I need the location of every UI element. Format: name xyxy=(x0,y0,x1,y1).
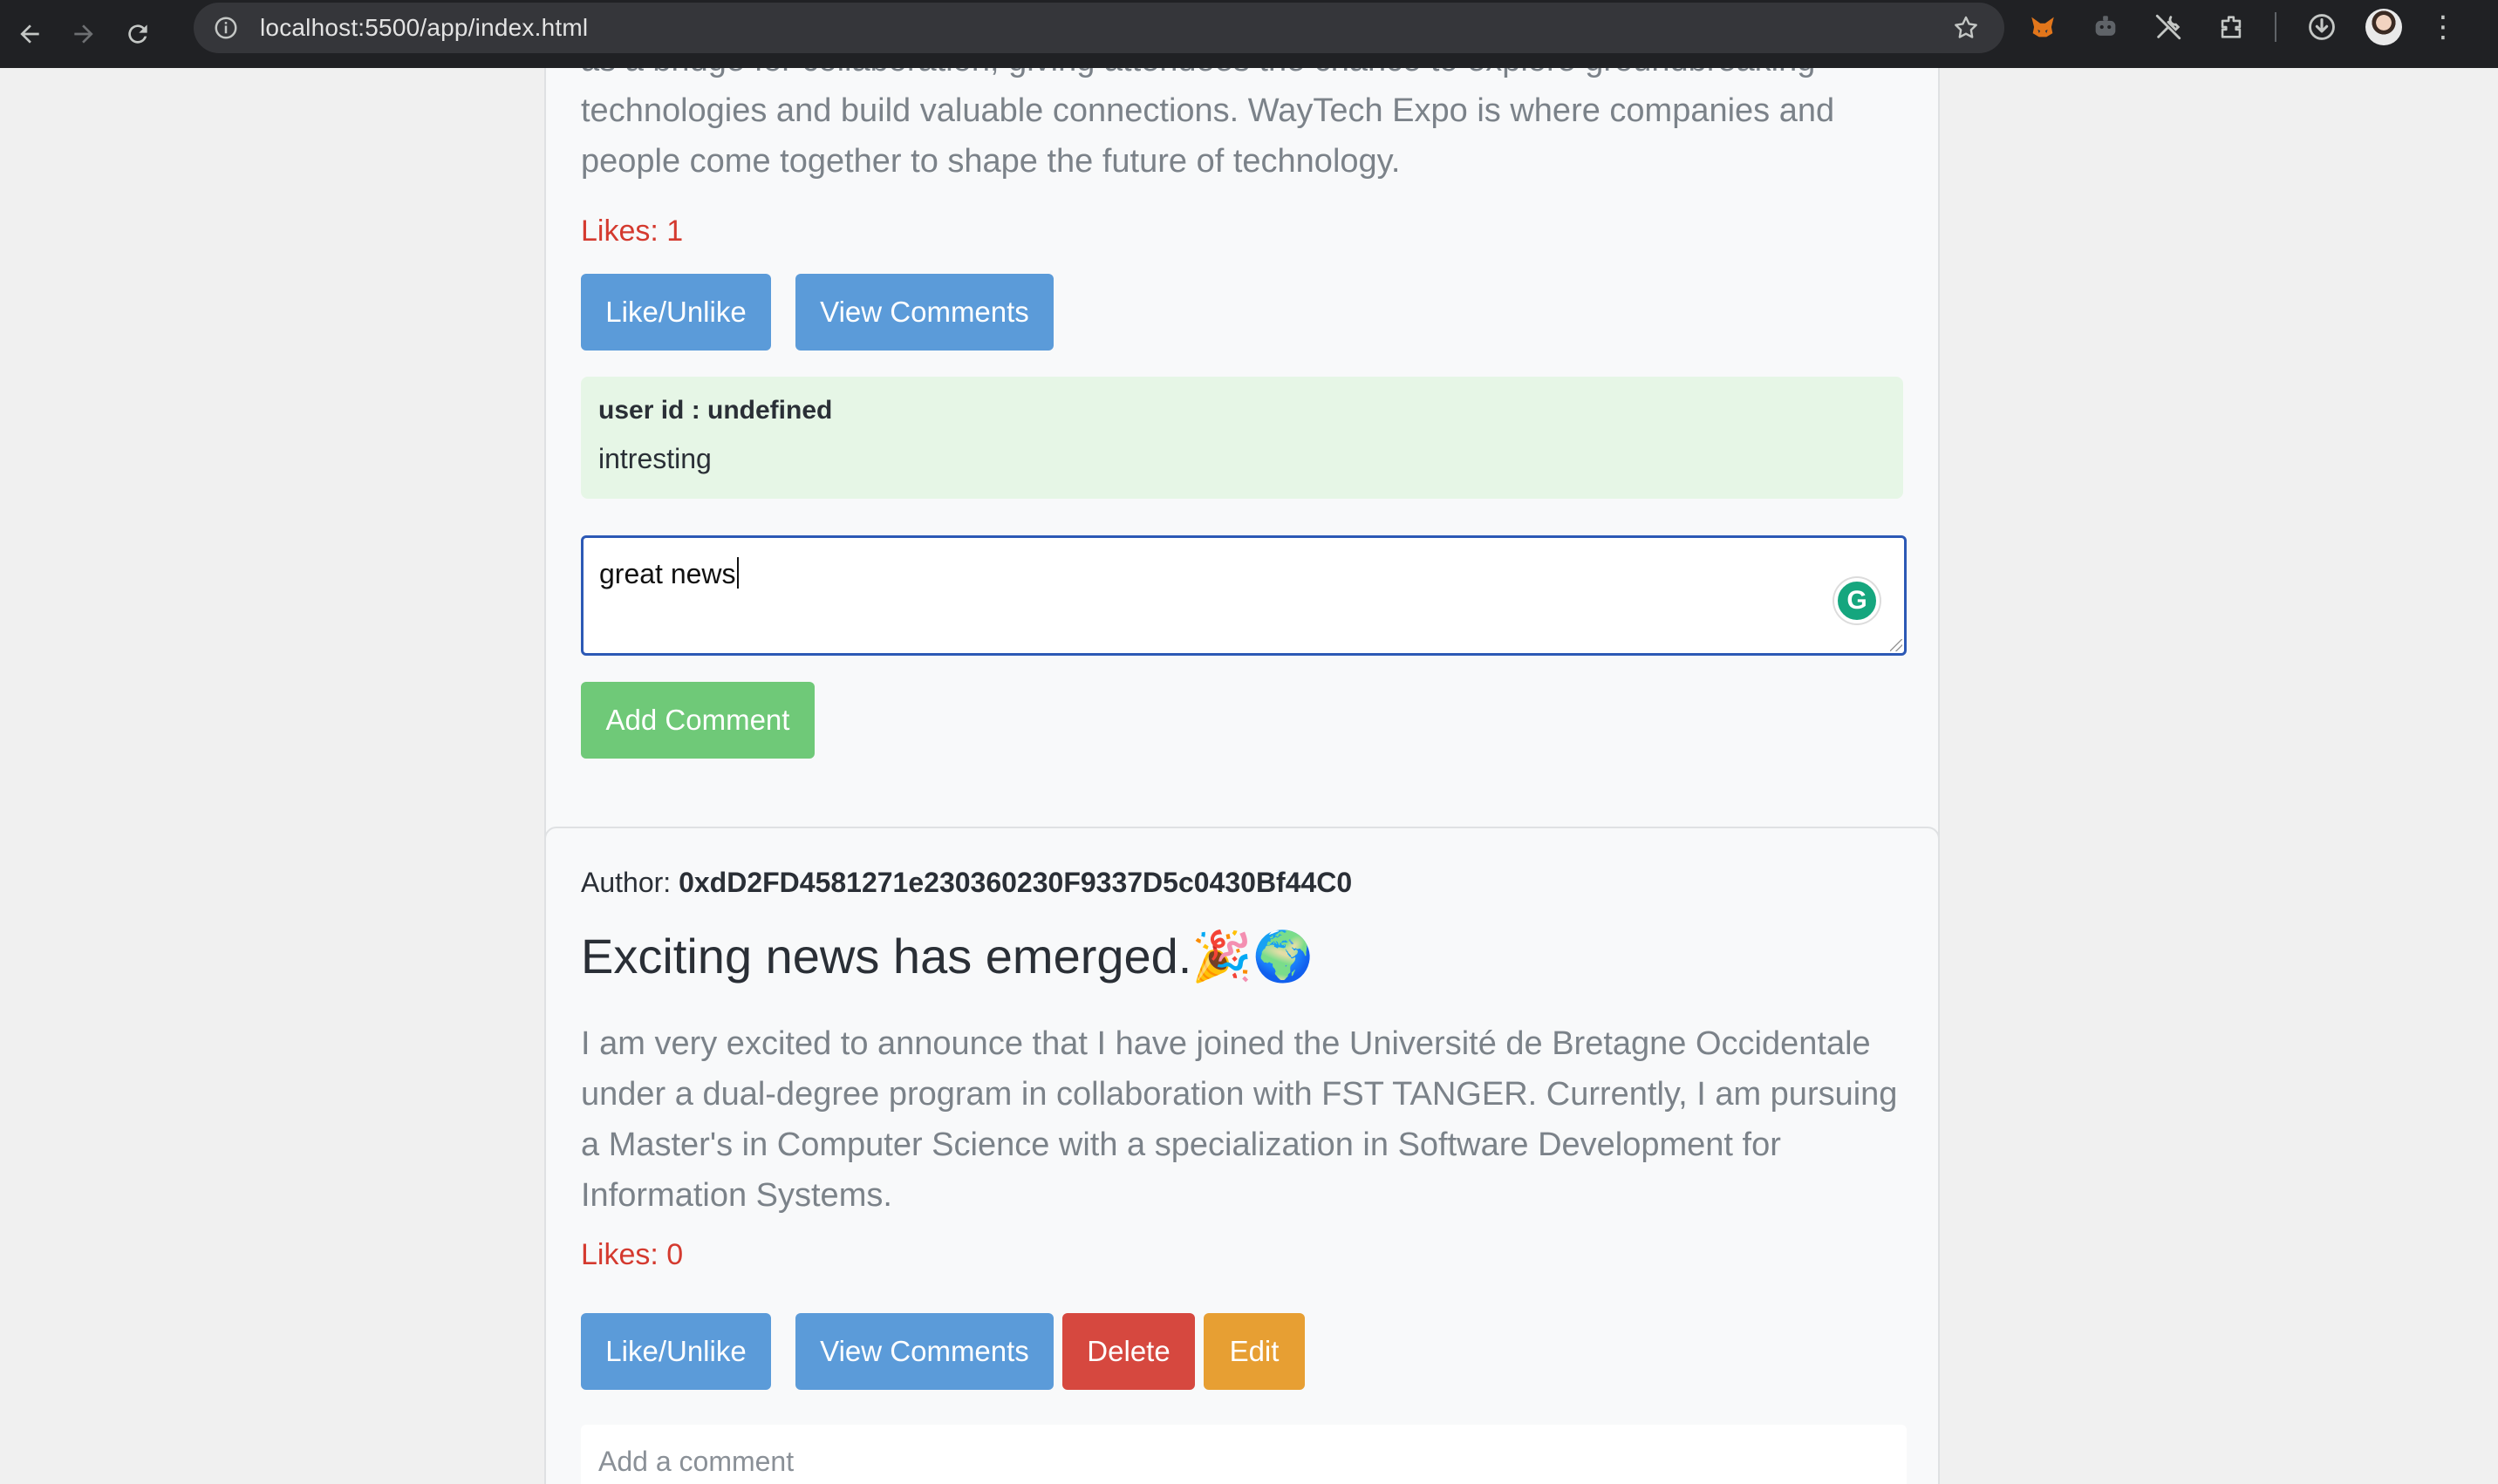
comment-text: intresting xyxy=(598,443,712,474)
metamask-extension-icon[interactable] xyxy=(2024,8,2062,46)
tools-extension-icon[interactable] xyxy=(2149,8,2187,46)
arrow-right-icon xyxy=(74,24,93,44)
url-text[interactable]: localhost:5500/app/index.html xyxy=(260,14,588,42)
reload-icon xyxy=(128,24,147,44)
post-title: Exciting news has emerged.🎉🌍 xyxy=(581,929,1314,984)
delete-button[interactable]: Delete xyxy=(1062,1313,1195,1390)
comment-textarea[interactable]: great news G xyxy=(581,535,1907,656)
comment-textarea[interactable]: Add a comment xyxy=(581,1425,1907,1484)
browser-toolbar: localhost:5500/app/index.html ⋮ xyxy=(0,0,2498,68)
info-icon[interactable] xyxy=(213,15,239,41)
edit-button[interactable]: Edit xyxy=(1204,1313,1305,1390)
like-unlike-button[interactable]: Like/Unlike xyxy=(581,1313,771,1390)
extensions-menu-button[interactable] xyxy=(2212,8,2250,46)
add-comment-button[interactable]: Add Comment xyxy=(581,682,815,759)
comment-input-text: great news xyxy=(599,558,736,589)
wrench-off-icon xyxy=(2155,14,2181,40)
puzzle-face-icon xyxy=(2095,16,2116,36)
download-icon xyxy=(2309,14,2335,40)
fox-icon xyxy=(2031,17,2054,37)
post-author: Author: 0xdD2FD4581271e230360230F9337D5c… xyxy=(581,867,1907,899)
profile-avatar[interactable] xyxy=(2365,9,2402,45)
extensions-area: ⋮ xyxy=(2024,0,2458,54)
view-comments-button[interactable]: View Comments xyxy=(795,1313,1054,1390)
post-description: as a bridge for collaboration, giving at… xyxy=(581,68,1835,180)
author-address: 0xdD2FD4581271e230360230F9337D5c0430Bf44… xyxy=(679,867,1353,898)
back-button[interactable] xyxy=(5,10,54,58)
view-comments-button[interactable]: View Comments xyxy=(795,274,1054,351)
extension-icon-gray[interactable] xyxy=(2086,8,2125,46)
resize-handle[interactable] xyxy=(1890,639,1902,651)
comment-placeholder: Add a comment xyxy=(598,1446,795,1477)
downloads-button[interactable] xyxy=(2303,8,2341,46)
post-card: as a bridge for collaboration, giving at… xyxy=(544,68,1940,861)
puzzle-icon xyxy=(2221,16,2242,38)
bookmark-star-icon[interactable] xyxy=(1952,14,1980,42)
post-card: Author: 0xdD2FD4581271e230360230F9337D5c… xyxy=(544,827,1940,1484)
likes-count: Likes: 0 xyxy=(581,1238,684,1271)
comment-item: user id : undefined intresting xyxy=(581,377,1903,499)
arrow-left-icon xyxy=(20,24,39,44)
like-unlike-button[interactable]: Like/Unlike xyxy=(581,274,771,351)
comment-input-value: great news xyxy=(599,557,739,590)
post-description: I am very excited to announce that I hav… xyxy=(581,1025,1898,1214)
likes-count: Likes: 1 xyxy=(581,214,684,248)
text-caret xyxy=(736,557,739,589)
author-label: Author: xyxy=(581,867,672,898)
reload-button[interactable] xyxy=(113,10,162,58)
page-content: as a bridge for collaboration, giving at… xyxy=(0,68,2498,1484)
address-bar[interactable]: localhost:5500/app/index.html xyxy=(194,3,2004,53)
grammarly-icon[interactable]: G xyxy=(1834,578,1880,623)
forward-button[interactable] xyxy=(59,10,108,58)
more-menu-icon[interactable]: ⋮ xyxy=(2428,12,2458,42)
toolbar-divider xyxy=(2275,12,2276,42)
comment-user-id: user id : undefined xyxy=(598,396,833,425)
